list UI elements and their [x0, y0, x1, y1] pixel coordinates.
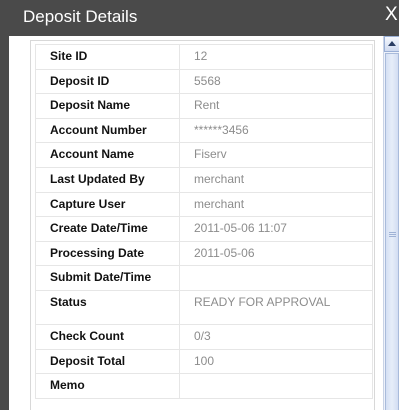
field-value-last-updated-by: merchant	[179, 166, 373, 193]
field-label-create-date-time: Create Date/Time	[35, 216, 180, 242]
field-value-processing-date: 2011-05-06	[179, 240, 373, 267]
field-value-site-id: 12	[179, 44, 373, 70]
field-label-last-updated-by: Last Updated By	[35, 166, 180, 193]
table-row: Last Updated By merchant	[35, 166, 373, 193]
field-value-status: READY FOR APPROVAL	[179, 289, 373, 325]
table-row: Deposit ID 5568	[35, 68, 373, 95]
vertical-scrollbar[interactable]	[383, 36, 399, 410]
field-label-capture-user: Capture User	[35, 191, 180, 218]
dialog-titlebar[interactable]: Deposit Details X	[0, 0, 399, 36]
field-value-deposit-id: 5568	[179, 68, 373, 95]
deposit-details-dialog: Deposit Details X Site ID 12 Deposit ID …	[0, 0, 399, 410]
grip-icon	[389, 236, 396, 237]
table-row: Account Name Fiserv	[35, 142, 373, 168]
details-panel: Site ID 12 Deposit ID 5568 Deposit Name …	[9, 36, 383, 410]
field-label-status: Status	[35, 289, 180, 325]
field-label-deposit-total: Deposit Total	[35, 348, 180, 375]
table-row: Submit Date/Time	[35, 265, 373, 291]
table-row: Check Count 0/3	[35, 323, 373, 350]
field-label-deposit-id: Deposit ID	[35, 68, 180, 95]
field-value-deposit-name: Rent	[179, 93, 373, 119]
field-value-submit-date-time	[179, 265, 373, 291]
field-value-deposit-total: 100	[179, 348, 373, 375]
table-row: Account Number ******3456	[35, 117, 373, 144]
field-value-account-number: ******3456	[179, 117, 373, 144]
field-label-account-number: Account Number	[35, 117, 180, 144]
details-table: Site ID 12 Deposit ID 5568 Deposit Name …	[35, 44, 373, 399]
table-row: Deposit Name Rent	[35, 93, 373, 119]
table-row: Status READY FOR APPROVAL	[35, 289, 373, 325]
table-row: Site ID 12	[35, 44, 373, 70]
table-row: Memo	[35, 373, 373, 399]
scroll-thumb[interactable]	[385, 53, 399, 410]
field-value-check-count: 0/3	[179, 323, 373, 350]
field-label-account-name: Account Name	[35, 142, 180, 168]
field-value-account-name: Fiserv	[179, 142, 373, 168]
field-label-processing-date: Processing Date	[35, 240, 180, 267]
grip-icon	[389, 232, 396, 233]
table-row: Create Date/Time 2011-05-06 11:07	[35, 216, 373, 242]
dialog-body: Site ID 12 Deposit ID 5568 Deposit Name …	[9, 36, 399, 410]
dialog-title: Deposit Details	[23, 7, 138, 26]
table-row: Deposit Total 100	[35, 348, 373, 375]
chevron-up-icon	[388, 41, 396, 46]
grip-icon	[389, 234, 396, 235]
field-value-capture-user: merchant	[179, 191, 373, 218]
field-label-deposit-name: Deposit Name	[35, 93, 180, 119]
field-label-memo: Memo	[35, 373, 180, 399]
field-label-check-count: Check Count	[35, 323, 180, 350]
scroll-up-button[interactable]	[384, 36, 399, 52]
close-button[interactable]: X	[385, 5, 398, 25]
table-row: Processing Date 2011-05-06	[35, 240, 373, 267]
field-label-submit-date-time: Submit Date/Time	[35, 265, 180, 291]
field-value-create-date-time: 2011-05-06 11:07	[179, 216, 373, 242]
field-value-memo	[179, 373, 373, 399]
field-label-site-id: Site ID	[35, 44, 180, 70]
table-row: Capture User merchant	[35, 191, 373, 218]
